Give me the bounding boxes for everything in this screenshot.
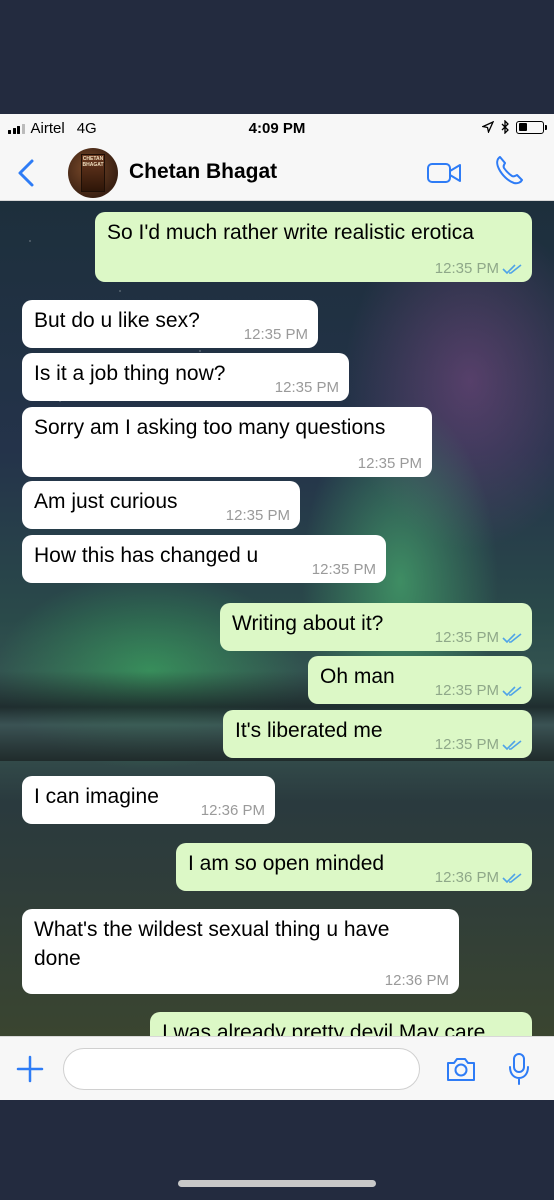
read-receipt-ticks-icon xyxy=(502,264,522,275)
message-meta: 12:36 PM xyxy=(385,973,449,989)
video-call-icon[interactable] xyxy=(426,161,462,185)
home-indicator[interactable] xyxy=(178,1180,376,1187)
incoming-message-bubble[interactable]: Am just curious 12:35 PM xyxy=(22,481,300,529)
message-timestamp: 12:35 PM xyxy=(311,561,376,578)
message-text: Sorry am I asking too many questions xyxy=(34,416,386,439)
message-timestamp: 12:35 PM xyxy=(274,379,339,396)
camera-icon[interactable] xyxy=(445,1055,477,1083)
message-meta: 12:35 PM xyxy=(435,261,522,277)
incoming-message-bubble[interactable]: I can imagine 12:36 PM xyxy=(22,776,275,824)
chat-area[interactable]: So I'd much rather write realistic eroti… xyxy=(0,201,554,1036)
message-timestamp: 12:36 PM xyxy=(384,972,449,989)
message-meta: 12:35 PM xyxy=(435,737,522,753)
read-receipt-ticks-icon xyxy=(502,686,522,697)
message-timestamp: 12:35 PM xyxy=(225,507,290,524)
read-receipt-ticks-icon xyxy=(502,740,522,751)
battery-icon xyxy=(516,120,547,134)
chat-header: CHETAN BHAGAT Chetan Bhagat xyxy=(0,144,554,201)
microphone-icon[interactable] xyxy=(508,1052,530,1086)
outgoing-message-bubble[interactable]: Writing about it? 12:35 PM xyxy=(220,603,532,651)
outgoing-message-bubble[interactable]: So I'd much rather write realistic eroti… xyxy=(95,212,532,282)
incoming-message-bubble[interactable]: What's the wildest sexual thing u have d… xyxy=(22,909,459,994)
read-receipt-ticks-icon xyxy=(502,873,522,884)
message-text: So I'd much rather write realistic eroti… xyxy=(107,221,474,244)
incoming-message-bubble[interactable]: Is it a job thing now? 12:35 PM xyxy=(22,353,349,401)
phone-call-icon[interactable] xyxy=(494,154,524,186)
plus-icon[interactable] xyxy=(16,1055,44,1083)
incoming-message-bubble[interactable]: How this has changed u 12:35 PM xyxy=(22,535,386,583)
input-bar xyxy=(0,1036,554,1100)
avatar-text: CHETAN BHAGAT xyxy=(82,156,104,168)
read-receipt-ticks-icon xyxy=(502,633,522,644)
message-timestamp: 12:35 PM xyxy=(357,455,422,472)
message-input[interactable] xyxy=(63,1048,420,1090)
message-timestamp: 12:35 PM xyxy=(434,260,499,277)
message-meta: 12:35 PM xyxy=(312,562,376,578)
message-meta: 12:35 PM xyxy=(244,327,308,343)
outgoing-message-bubble[interactable]: It's liberated me 12:35 PM xyxy=(223,710,532,758)
message-timestamp: 12:35 PM xyxy=(434,682,499,699)
message-timestamp: 12:36 PM xyxy=(200,802,265,819)
outgoing-message-bubble[interactable]: Oh man 12:35 PM xyxy=(308,656,532,704)
status-right xyxy=(482,120,547,134)
message-timestamp: 12:35 PM xyxy=(434,629,499,646)
message-meta: 12:36 PM xyxy=(435,870,522,886)
message-meta: 12:35 PM xyxy=(358,456,422,472)
contact-name[interactable]: Chetan Bhagat xyxy=(129,160,277,184)
message-timestamp: 12:35 PM xyxy=(243,326,308,343)
message-meta: 12:35 PM xyxy=(435,683,522,699)
incoming-message-bubble[interactable]: Sorry am I asking too many questions 12:3… xyxy=(22,407,432,477)
message-meta: 12:35 PM xyxy=(435,630,522,646)
message-text: What's the wildest sexual thing u have d… xyxy=(34,918,390,970)
status-bar: Airtel 4G 4:09 PM xyxy=(0,114,554,144)
message-text: I was already pretty devil May care xyxy=(162,1021,486,1036)
message-meta: 12:35 PM xyxy=(226,508,290,524)
status-time: 4:09 PM xyxy=(248,120,306,137)
back-chevron-icon[interactable] xyxy=(14,158,38,188)
outgoing-message-bubble[interactable]: I am so open minded 12:36 PM xyxy=(176,843,532,891)
message-timestamp: 12:36 PM xyxy=(434,869,499,886)
message-meta: 12:36 PM xyxy=(201,803,265,819)
outgoing-message-bubble[interactable]: I was already pretty devil May care xyxy=(150,1012,532,1036)
phone-screen: Airtel 4G 4:09 PM CHETAN BHAGAT Chetan B… xyxy=(0,114,554,1100)
message-timestamp: 12:35 PM xyxy=(434,736,499,753)
battery-fill xyxy=(518,123,527,131)
bluetooth-icon xyxy=(501,120,509,134)
location-arrow-icon xyxy=(482,121,494,133)
incoming-message-bubble[interactable]: But do u like sex? 12:35 PM xyxy=(22,300,318,348)
avatar[interactable]: CHETAN BHAGAT xyxy=(68,148,118,198)
message-meta: 12:35 PM xyxy=(275,380,339,396)
